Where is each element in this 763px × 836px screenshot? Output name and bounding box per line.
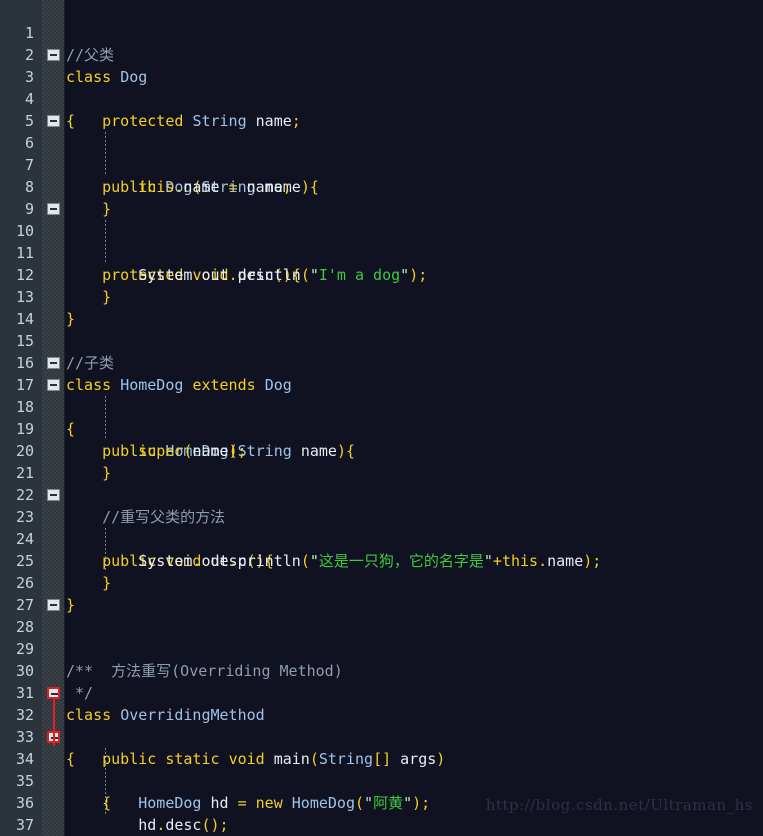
line-number: 3 xyxy=(24,68,34,86)
line-number: 4 xyxy=(24,90,34,108)
code-line[interactable]: 16 class HomeDog extends Dog xyxy=(0,330,763,394)
line-content[interactable]: } xyxy=(66,462,763,484)
line-number: 1 xyxy=(24,24,34,42)
line-content[interactable]: } xyxy=(66,286,763,308)
watermark-url: http://blog.csdn.net/Ultraman_hs xyxy=(485,796,753,814)
line-content[interactable]: 方法重写(Overriding Method) xyxy=(66,660,763,682)
line-content[interactable]: } xyxy=(66,572,763,594)
line-number: 17 xyxy=(15,376,34,394)
line-number: 33 xyxy=(15,728,34,746)
line-number: 18 xyxy=(15,398,34,416)
code-line[interactable]: 11 System.out.println("I'm a dog"); xyxy=(0,220,763,284)
line-number: 23 xyxy=(15,508,34,526)
code-line[interactable]: 29 方法重写(Overriding Method) xyxy=(0,616,763,680)
line-content[interactable]: public static void main(String[] args) xyxy=(66,748,763,770)
line-number: 12 xyxy=(15,266,34,284)
line-number: 25 xyxy=(15,552,34,570)
line-number: 24 xyxy=(15,530,34,548)
line-content[interactable]: //父类 xyxy=(66,44,763,66)
line-content[interactable]: */ xyxy=(66,682,763,704)
line-number: 34 xyxy=(15,750,34,768)
fold-toggle-icon[interactable] xyxy=(47,115,60,127)
line-number: 21 xyxy=(15,464,34,482)
line-number: 22 xyxy=(15,486,34,504)
fold-toggle-icon[interactable] xyxy=(47,49,60,61)
code-editor[interactable]: 1 //父类 2 class Dog 3 { 4 protected Strin… xyxy=(0,0,763,836)
line-number: 7 xyxy=(24,156,34,174)
line-content[interactable]: super(name); xyxy=(66,440,763,462)
line-number: 16 xyxy=(15,354,34,372)
line-number: 9 xyxy=(24,200,34,218)
code-line[interactable]: 12 } xyxy=(0,242,763,306)
code-line[interactable]: 1 //父类 xyxy=(0,0,763,64)
code-line[interactable]: 19 super(name); xyxy=(0,396,763,460)
fold-toggle-icon[interactable] xyxy=(47,599,60,611)
line-number: 19 xyxy=(15,420,34,438)
fold-toggle-icon[interactable] xyxy=(47,489,60,501)
line-number: 15 xyxy=(15,332,34,350)
code-line[interactable]: 30 */ xyxy=(0,638,763,702)
code-line[interactable]: 34 { xyxy=(0,726,763,812)
line-number: 2 xyxy=(24,46,34,64)
code-line[interactable]: 8 } xyxy=(0,154,763,218)
code-line[interactable]: 25 } xyxy=(0,528,763,592)
line-content[interactable]: } xyxy=(66,594,763,616)
line-number: 5 xyxy=(24,112,34,130)
line-number: 36 xyxy=(15,794,34,812)
code-line[interactable]: 36 hd.desc(); xyxy=(0,770,763,834)
fold-toggle-icon[interactable] xyxy=(47,357,60,369)
line-number: 37 xyxy=(15,816,34,834)
line-number: 32 xyxy=(15,706,34,724)
line-number: 14 xyxy=(15,310,34,328)
code-line[interactable]: 5 xyxy=(0,88,763,130)
line-number: 10 xyxy=(15,222,34,240)
fold-toggle-icon[interactable] xyxy=(47,203,60,215)
line-number: 29 xyxy=(15,640,34,658)
line-content[interactable]: } xyxy=(66,198,763,220)
line-number: 30 xyxy=(15,662,34,680)
line-number: 27 xyxy=(15,596,34,614)
line-content[interactable]: } xyxy=(66,308,763,330)
line-number: 20 xyxy=(15,442,34,460)
code-lines[interactable]: 1 //父类 2 class Dog 3 { 4 protected Strin… xyxy=(0,0,763,836)
line-content[interactable]: class OverridingMethod xyxy=(66,704,763,726)
line-number: 13 xyxy=(15,288,34,306)
line-content[interactable]: class Dog xyxy=(66,66,763,88)
fold-toggle-icon[interactable] xyxy=(47,379,60,391)
code-line[interactable]: 2 class Dog xyxy=(0,22,763,86)
line-number: 6 xyxy=(24,134,34,152)
line-number: 31 xyxy=(15,684,34,702)
line-content[interactable]: protected String name; xyxy=(66,110,763,132)
fold-rail-highlight xyxy=(53,698,55,746)
line-number: 26 xyxy=(15,574,34,592)
line-content[interactable]: //重写父类的方法 xyxy=(66,506,763,528)
line-content[interactable]: System.out.println("这是一只狗，它的名字是"+this.na… xyxy=(66,550,763,572)
code-line[interactable]: 23 public void desc(){ xyxy=(0,484,763,570)
line-number: 11 xyxy=(15,244,34,262)
line-content[interactable]: this.name = name; xyxy=(66,176,763,198)
line-number: 8 xyxy=(24,178,34,196)
line-content[interactable]: hd.desc(); xyxy=(66,814,763,836)
line-number: 35 xyxy=(15,772,34,790)
line-content[interactable]: { xyxy=(66,418,763,440)
code-line[interactable]: 7 this.name = name; xyxy=(0,132,763,196)
line-content[interactable]: //子类 xyxy=(66,352,763,374)
line-content[interactable]: System.out.println("I'm a dog"); xyxy=(66,264,763,286)
line-number: 28 xyxy=(15,618,34,636)
line-content[interactable]: class HomeDog extends Dog xyxy=(66,374,763,396)
